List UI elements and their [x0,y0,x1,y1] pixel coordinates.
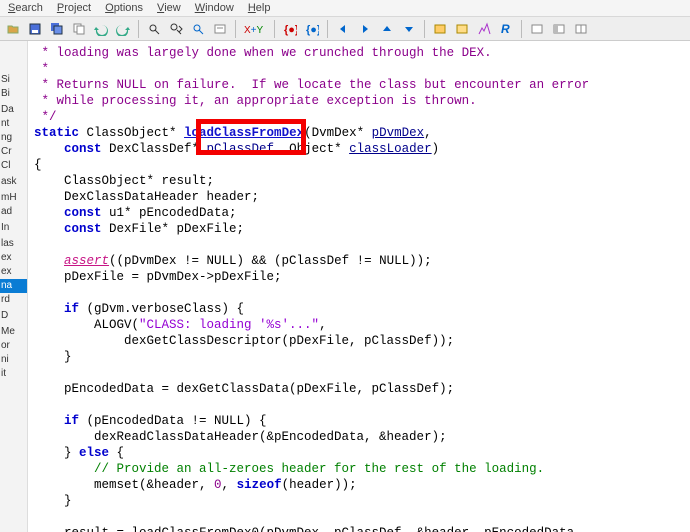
sidebar-item[interactable]: or [0,339,27,353]
sidebar-item[interactable]: In [0,221,27,235]
find-icon[interactable] [145,20,163,38]
sidebar-item[interactable]: las [0,237,27,251]
find-results-icon[interactable] [211,20,229,38]
sidebar-item[interactable]: ad [0,205,27,219]
save-all-icon[interactable] [48,20,66,38]
menu-window[interactable]: Window [195,2,234,14]
sidebar-item[interactable]: it [0,367,27,381]
analyze-icon[interactable]: R [497,20,515,38]
back-icon[interactable] [334,20,352,38]
book-open-icon[interactable] [431,20,449,38]
svg-text:R: R [501,22,510,36]
down-icon[interactable] [400,20,418,38]
sidebar-item[interactable]: D [0,309,27,323]
redo-icon[interactable] [114,20,132,38]
code-area[interactable]: * loading was largely done when we crunc… [34,45,684,532]
signal-icon[interactable] [475,20,493,38]
sidebar: SiBiDantngCrClaskmHadInlasexexnardDMeorn… [0,41,28,532]
sidebar-item[interactable]: ask [0,175,27,189]
menu-options[interactable]: Options [105,2,143,14]
svg-text:{●}: {●} [284,24,297,36]
sidebar-item[interactable]: Bi [0,87,27,101]
menu-help[interactable]: Help [248,2,271,14]
symbol-loadClassFromDex[interactable]: loadClassFromDex [184,126,304,140]
forward-icon[interactable] [356,20,374,38]
menu-search[interactable]: Search [8,2,43,14]
sidebar-item[interactable]: Si [0,73,27,87]
sidebar-item[interactable]: ng [0,131,27,145]
sidebar-item[interactable]: nt [0,117,27,131]
sidebar-item[interactable]: Cr [0,145,27,159]
panel-left-icon[interactable] [550,20,568,38]
sidebar-item[interactable]: ni [0,353,27,367]
toolbar: X+Y {●} {●} R [0,17,690,41]
symbol-pClassDef[interactable]: pClassDef [207,142,275,156]
sidebar-item[interactable]: rd [0,293,27,307]
copy-icon[interactable] [70,20,88,38]
sidebar-item[interactable]: mH [0,191,27,205]
sidebar-item[interactable]: Da [0,103,27,117]
goto-def-icon[interactable]: X+Y [242,20,268,38]
save-icon[interactable] [26,20,44,38]
open-icon[interactable] [4,20,22,38]
svg-text:{●}: {●} [306,24,319,36]
sidebar-item[interactable]: Cl [0,159,27,173]
sidebar-item[interactable]: ex [0,265,27,279]
brackets-right-icon[interactable]: {●} [303,20,321,38]
find-next-icon[interactable] [167,20,185,38]
brackets-left-icon[interactable]: {●} [281,20,299,38]
sidebar-item[interactable]: Me [0,325,27,339]
sidebar-item[interactable]: na [0,279,27,293]
undo-icon[interactable] [92,20,110,38]
code-editor[interactable]: * loading was largely done when we crunc… [28,41,690,532]
up-icon[interactable] [378,20,396,38]
menu-bar: Search Project Options View Window Help [0,0,690,17]
menu-project[interactable]: Project [57,2,91,14]
book-closed-icon[interactable] [453,20,471,38]
sidebar-item[interactable]: ex [0,251,27,265]
svg-text:X+Y: X+Y [244,25,264,36]
menu-view[interactable]: View [157,2,181,14]
panel-split-icon[interactable] [572,20,590,38]
search-project-icon[interactable] [189,20,207,38]
panel-none-icon[interactable] [528,20,546,38]
